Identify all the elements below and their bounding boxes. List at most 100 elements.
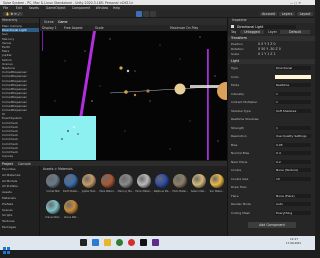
taskbar-app-icon[interactable] — [92, 239, 99, 246]
planet[interactable] — [133, 93, 137, 97]
light-strength-field[interactable]: 1 — [275, 125, 311, 130]
material-thumbnail[interactable] — [64, 200, 79, 214]
add-component-button[interactable]: Add Component — [248, 222, 296, 228]
material-label[interactable]: Neptune Ma... — [153, 190, 171, 193]
display-dropdown[interactable]: Display 1 — [42, 26, 57, 30]
material-thumbnail[interactable] — [100, 174, 115, 188]
material-thumbnail[interactable] — [118, 174, 133, 188]
transform-tools[interactable]: ✋ ✥ ⟳ ⤢ — [3, 12, 23, 16]
scale-values[interactable]: X 1 Y 1 Z 1 — [258, 52, 313, 56]
light-near-field[interactable]: 0.2 — [275, 159, 311, 164]
tab-game[interactable]: Game — [58, 20, 68, 24]
light-intensity-field[interactable]: 1 — [275, 91, 311, 96]
project-tree-item[interactable]: Prefabs — [2, 202, 13, 206]
unity-icon[interactable] — [140, 239, 147, 246]
light-mode-field[interactable]: Realtime — [275, 83, 311, 87]
material-label[interactable]: Venus Mat... — [62, 216, 80, 219]
project-tree-item[interactable]: Materials — [2, 196, 16, 200]
material-thumbnail[interactable] — [46, 174, 60, 188]
rotation-values[interactable]: X 50 Y -30 Z 0 — [258, 47, 313, 51]
project-tree-item[interactable]: All Models — [2, 179, 17, 183]
light-culling-field[interactable]: Everything — [275, 210, 311, 215]
aspect-dropdown[interactable]: Free Aspect — [64, 26, 83, 30]
step-button[interactable]: ▶| — [150, 11, 156, 27]
planet[interactable] — [146, 89, 150, 93]
material-thumbnail[interactable] — [191, 174, 206, 188]
material-label[interactable]: Jupiter Mat... — [80, 190, 98, 193]
hierarchy-item[interactable]: Canvas — [2, 154, 13, 158]
material-label[interactable]: Mercury Ma... — [117, 190, 135, 193]
clock-time[interactable]: 12:17 — [290, 238, 298, 241]
position-values[interactable]: X 0 Y 3 Z 0 — [258, 42, 313, 46]
project-tree-item[interactable]: Textures — [2, 219, 15, 223]
material-label[interactable]: Saturn Mat... — [190, 190, 208, 193]
menu-item-component[interactable]: Component — [72, 6, 91, 10]
light-res-field[interactable]: Use Quality Settings — [275, 134, 311, 138]
light-render-field[interactable]: Auto — [275, 202, 311, 206]
folder-icon[interactable] — [104, 239, 111, 246]
planet[interactable] — [126, 69, 130, 73]
taskbar-app-icon[interactable] — [80, 239, 87, 246]
material-thumbnail[interactable] — [46, 200, 60, 214]
material-thumbnail[interactable] — [64, 174, 79, 188]
light-flare-field[interactable]: None (Flare) — [275, 193, 311, 198]
menu-item-file[interactable]: File — [3, 6, 8, 10]
material-thumbnail[interactable] — [82, 174, 97, 188]
hierarchy-item[interactable]: CometDispenser — [2, 108, 27, 112]
windows-start-icon[interactable] — [3, 239, 10, 254]
hierarchy-tab[interactable]: Hierarchy — [1, 18, 39, 23]
light-header[interactable]: Light — [228, 59, 315, 64]
planet[interactable] — [124, 90, 128, 94]
material-label[interactable]: Mars Materi... — [99, 190, 117, 193]
material-label[interactable]: Earth Mater... — [62, 190, 80, 193]
project-tree-item[interactable]: All Prefabs — [2, 184, 18, 188]
layout-dropdown[interactable]: Layout — [297, 12, 313, 16]
taskbar-app-icon[interactable] — [152, 239, 159, 246]
play-button[interactable]: ▶ — [136, 11, 142, 27]
game-view[interactable] — [40, 31, 227, 161]
material-label[interactable]: Pluto Mater... — [171, 190, 189, 193]
object-name-field[interactable]: Directional Light — [236, 24, 296, 29]
light-indirect-field[interactable]: 1 — [275, 100, 311, 104]
project-tree-item[interactable]: Scenes — [2, 208, 13, 212]
tab-project[interactable]: Project — [2, 162, 13, 166]
light-cookie_size-field[interactable]: 10 — [275, 176, 311, 181]
layers-dropdown[interactable]: Layers — [279, 12, 295, 16]
menu-item-window[interactable]: Window — [96, 6, 109, 10]
taskbar-app-icon[interactable] — [116, 239, 123, 246]
breadcrumb[interactable]: Assets > Materials — [43, 167, 73, 171]
menu-item-edit[interactable]: Edit — [16, 6, 22, 10]
account-dropdown[interactable]: Account — [260, 12, 277, 16]
inspector-tab[interactable]: Inspector — [229, 18, 315, 23]
object-active-checkbox[interactable] — [231, 25, 234, 28]
transform-header[interactable]: Transform — [228, 36, 315, 41]
maximize-on-play[interactable]: Maximize On Play — [170, 26, 198, 30]
clock-date[interactable]: 17-09-2021 — [286, 242, 301, 245]
project-tree-item[interactable]: Favorites — [2, 167, 16, 171]
tab-scene[interactable]: Scene — [44, 20, 54, 24]
tab-console[interactable]: Console — [18, 162, 31, 166]
pause-button[interactable]: ❚❚ — [143, 11, 149, 27]
material-label[interactable]: Uranus Mat... — [44, 216, 62, 219]
saturn[interactable] — [174, 83, 186, 95]
planet[interactable] — [119, 66, 123, 70]
window-controls[interactable]: — ▢ ✕ — [290, 1, 301, 5]
material-thumbnail[interactable] — [155, 174, 170, 188]
scale-slider-label[interactable]: Scale — [95, 26, 104, 30]
menu-item-gameobject[interactable]: GameObject — [46, 6, 66, 10]
light-type-field[interactable]: Directional — [275, 66, 311, 70]
light-bias-field[interactable]: 0.05 — [275, 142, 311, 147]
project-tree-item[interactable]: Scripts — [2, 213, 12, 217]
material-label[interactable]: Moon Materi... — [135, 190, 153, 193]
layer-dropdown[interactable]: Default — [280, 30, 310, 34]
light-color-swatch[interactable] — [275, 74, 311, 79]
material-label[interactable]: Sun Mater... — [208, 190, 226, 193]
material-thumbnail[interactable] — [173, 174, 188, 188]
taskbar-app-icon[interactable] — [128, 239, 135, 246]
project-tree-item[interactable]: Assets — [2, 190, 12, 194]
menu-item-assets[interactable]: Assets — [29, 6, 39, 10]
material-thumbnail[interactable] — [137, 174, 151, 188]
project-tree-item[interactable]: Packages — [2, 225, 16, 229]
light-cookie-field[interactable]: None (Texture) — [275, 168, 311, 172]
material-thumbnail[interactable] — [209, 174, 224, 188]
